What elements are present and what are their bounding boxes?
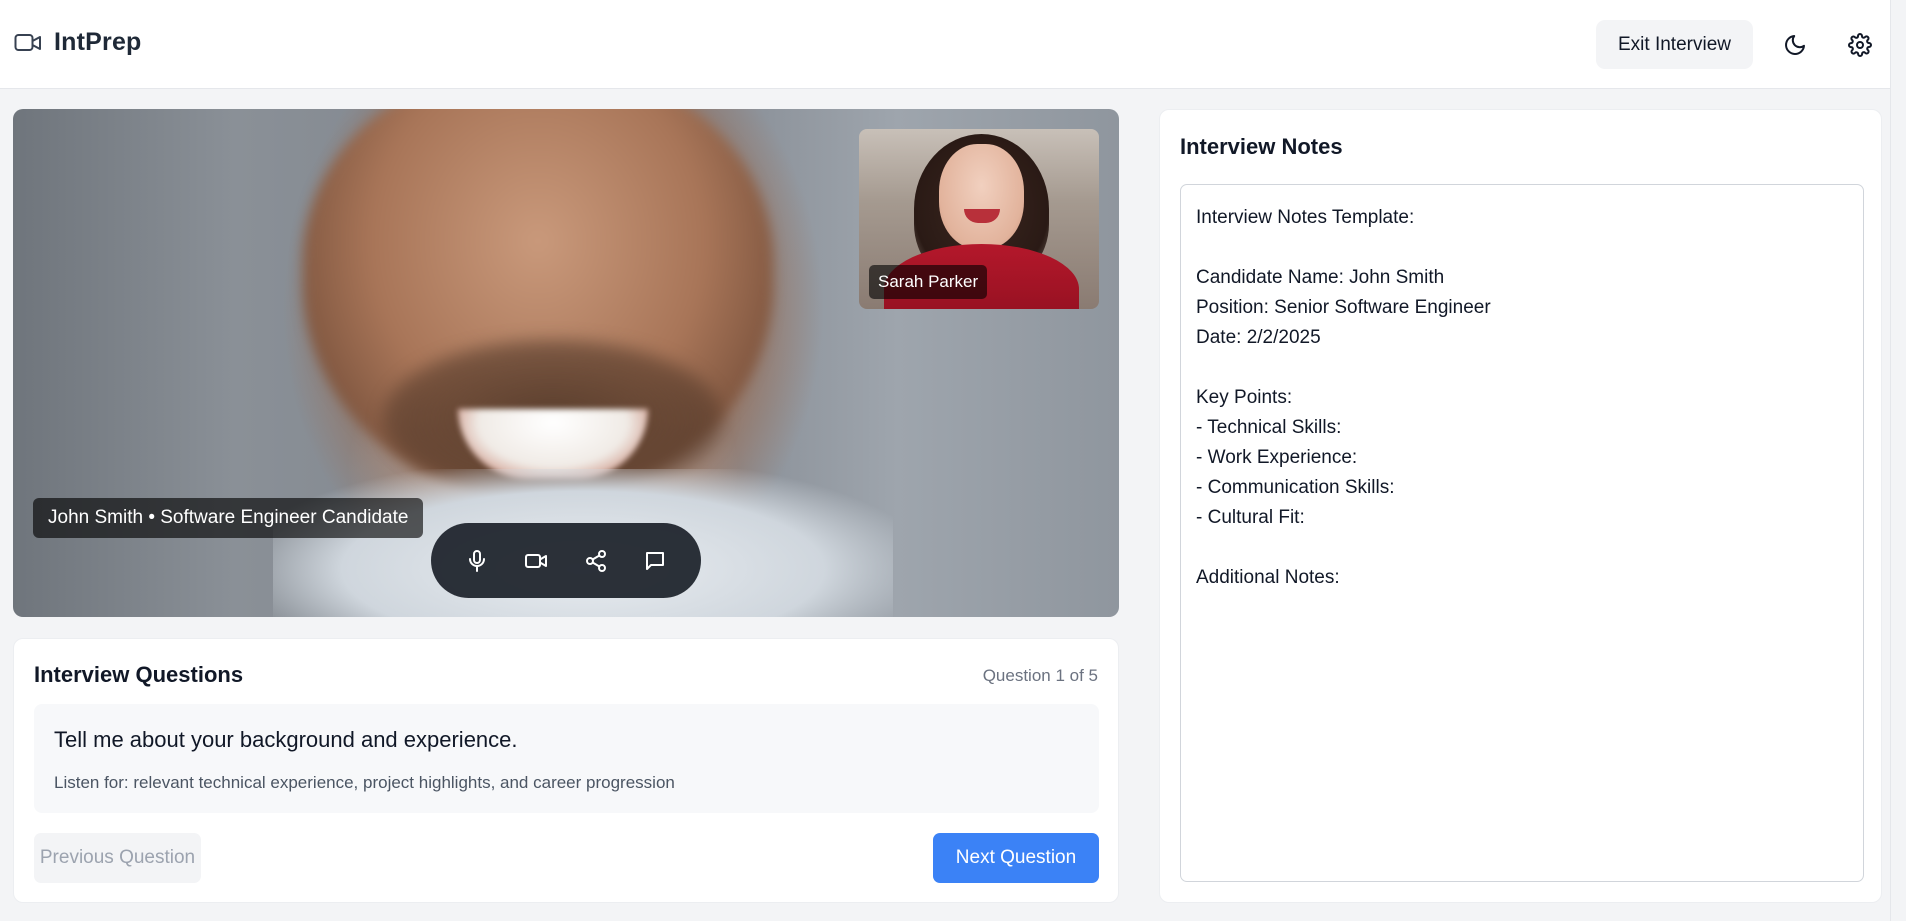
app-root: IntPrep Exit Interview Sarah Parker John… xyxy=(0,0,1906,921)
page-scrollbar[interactable] xyxy=(1890,0,1906,921)
interviewer-video-thumbnail[interactable]: Sarah Parker xyxy=(859,129,1099,309)
video-camera-icon xyxy=(14,33,41,51)
questions-title: Interview Questions xyxy=(34,662,244,687)
previous-question-button[interactable]: Previous Question xyxy=(34,833,201,883)
next-question-button[interactable]: Next Question xyxy=(933,833,1099,883)
camera-icon xyxy=(525,553,548,568)
brand-name: IntPrep xyxy=(54,28,142,56)
interviewer-name-label: Sarah Parker xyxy=(869,265,988,299)
question-counter: Question 1 of 5 xyxy=(982,666,1098,685)
moon-icon xyxy=(1785,35,1805,55)
current-question-text: Tell me about your background and experi… xyxy=(54,727,518,752)
interview-questions-card: Interview Questions Question 1 of 5 Tell… xyxy=(13,638,1119,903)
microphone-icon xyxy=(468,549,485,572)
settings-button[interactable] xyxy=(1841,26,1879,64)
call-controls-bar xyxy=(431,523,701,598)
brand[interactable]: IntPrep xyxy=(14,28,142,57)
question-hint: Listen for: relevant technical experienc… xyxy=(54,773,675,792)
camera-toggle-button[interactable] xyxy=(514,539,558,583)
share-icon xyxy=(585,549,606,572)
theme-toggle-button[interactable] xyxy=(1776,26,1814,64)
gear-icon xyxy=(1848,33,1872,57)
main-video-feed: Sarah Parker John Smith • Software Engin… xyxy=(13,109,1119,617)
chat-button[interactable] xyxy=(633,539,677,583)
interviewer-face xyxy=(939,144,1024,249)
exit-interview-button[interactable]: Exit Interview xyxy=(1596,20,1753,69)
chat-icon xyxy=(646,551,665,570)
mute-button[interactable] xyxy=(455,539,499,583)
current-question-box: Tell me about your background and experi… xyxy=(34,704,1099,813)
share-button[interactable] xyxy=(574,539,618,583)
notes-textarea[interactable]: Interview Notes Template: Candidate Name… xyxy=(1180,184,1864,882)
notes-title: Interview Notes xyxy=(1180,134,1343,159)
top-header: IntPrep Exit Interview xyxy=(0,0,1904,89)
interview-notes-card: Interview Notes Interview Notes Template… xyxy=(1159,109,1882,903)
candidate-name-label: John Smith • Software Engineer Candidate xyxy=(33,498,424,538)
